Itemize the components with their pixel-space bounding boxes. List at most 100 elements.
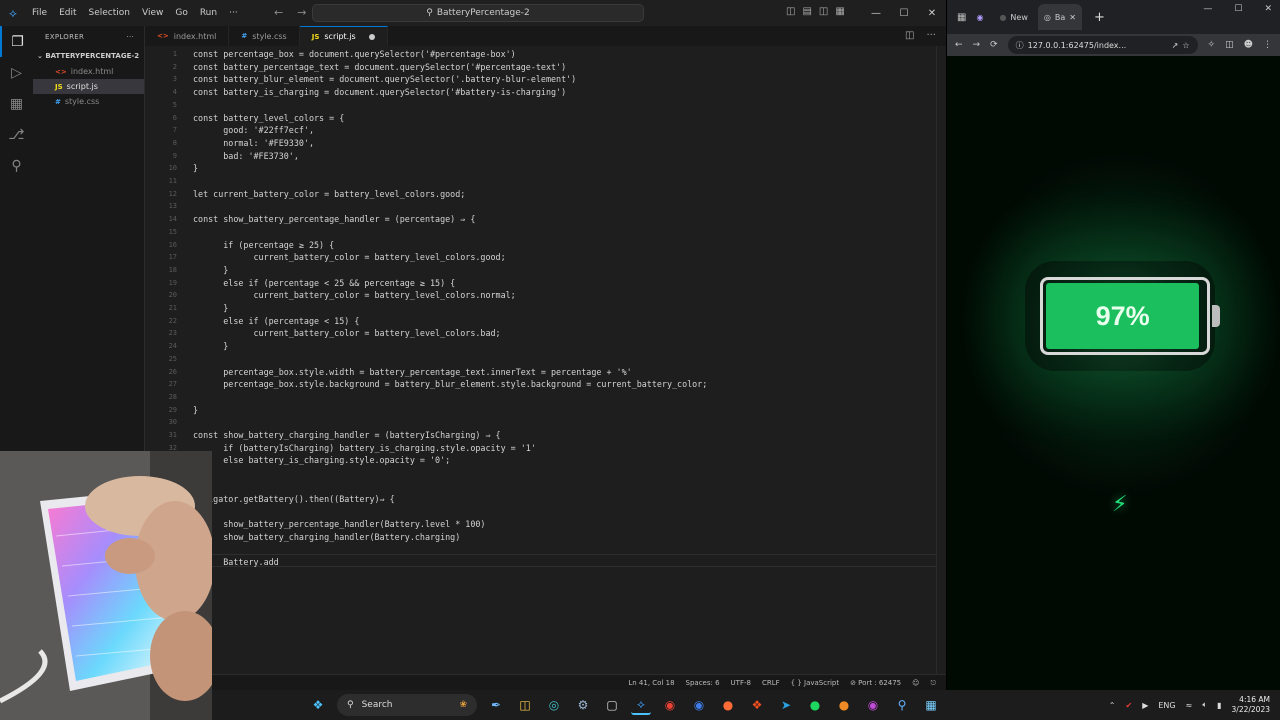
edge-icon[interactable]: ◎ bbox=[544, 695, 564, 715]
code-line[interactable]: 8 normal: '#FE9330', bbox=[145, 137, 946, 149]
browser-menu-icon[interactable]: ⋮ bbox=[1263, 40, 1272, 50]
start-windows-icon[interactable]: ❖ bbox=[308, 695, 328, 715]
code-line[interactable]: 15 bbox=[145, 226, 946, 238]
code-line[interactable]: 31 const show_battery_charging_handler = … bbox=[145, 429, 946, 441]
profile-avatar-icon[interactable]: ☻ bbox=[1244, 40, 1253, 50]
file-item-index-html[interactable]: <> index.html bbox=[33, 64, 144, 79]
antivirus-icon[interactable]: ✔ bbox=[1126, 701, 1133, 710]
tab-script-js[interactable]: JS script.js bbox=[299, 26, 388, 46]
menu-go[interactable]: Go bbox=[169, 8, 193, 18]
code-line[interactable]: 18 } bbox=[145, 264, 946, 276]
code-line[interactable]: 4 const battery_is_charging = document.qu… bbox=[145, 86, 946, 98]
file-item-script-js[interactable]: JS script.js bbox=[33, 79, 144, 94]
back-arrow-icon[interactable]: ← bbox=[955, 40, 963, 50]
maximize-icon[interactable]: ☐ bbox=[890, 0, 918, 26]
run-debug-icon[interactable]: ▷ bbox=[0, 57, 33, 88]
menu-more[interactable]: ··· bbox=[223, 8, 244, 18]
toggle-panel-icon[interactable]: ▤ bbox=[802, 6, 811, 17]
maximize-icon[interactable]: ☐ bbox=[1234, 4, 1242, 14]
feedback-icon[interactable]: ☺ bbox=[912, 679, 919, 687]
code-line[interactable]: 38 show_battery_percentage_handler(Batte… bbox=[145, 518, 946, 530]
close-icon[interactable]: ✕ bbox=[918, 0, 946, 26]
site-info-icon[interactable]: ⓘ bbox=[1016, 40, 1024, 51]
code-line[interactable]: 20 current_battery_color = battery_level… bbox=[145, 289, 946, 301]
code-line[interactable]: 23 current_battery_color = battery_level… bbox=[145, 327, 946, 339]
recording-app-icon[interactable]: ▦ bbox=[921, 695, 941, 715]
tab-actions-icon[interactable]: ▦ bbox=[957, 12, 966, 23]
forward-arrow-icon[interactable]: → bbox=[297, 6, 306, 19]
postman-icon[interactable]: ● bbox=[718, 695, 738, 715]
code-line[interactable]: 2 const battery_percentage_text = documen… bbox=[145, 61, 946, 73]
indentation[interactable]: Spaces: 6 bbox=[686, 679, 720, 687]
code-line[interactable]: 41 Battery.add bbox=[145, 556, 946, 568]
battery-tray-icon[interactable]: ▮ bbox=[1217, 701, 1221, 710]
taskbar-search[interactable]: ⚲ Search ❀ bbox=[337, 694, 477, 716]
pen-app-icon[interactable]: ✒ bbox=[486, 695, 506, 715]
language-mode[interactable]: { } JavaScript bbox=[791, 679, 839, 687]
split-editor-icon[interactable]: ◫ bbox=[905, 30, 914, 41]
project-folder[interactable]: ⌄ BATTERYPERCENTAGE-2 bbox=[33, 48, 144, 64]
code-line[interactable]: 7 good: '#22ff7ecf', bbox=[145, 124, 946, 136]
code-line[interactable]: 11 bbox=[145, 175, 946, 187]
forward-arrow-icon[interactable]: → bbox=[973, 40, 981, 50]
spotify-icon[interactable]: ● bbox=[805, 695, 825, 715]
editor-scrollbar[interactable] bbox=[936, 46, 946, 674]
vscode-taskbar-icon[interactable]: ⟡ bbox=[631, 695, 651, 715]
firefox-dev-icon[interactable]: ◉ bbox=[863, 695, 883, 715]
orange-app-icon[interactable]: ● bbox=[834, 695, 854, 715]
extensions-icon[interactable]: ✧ bbox=[1208, 40, 1216, 50]
more-actions-icon[interactable]: ··· bbox=[926, 30, 936, 41]
code-line[interactable]: 19 else if (percentage < 25 && percentag… bbox=[145, 277, 946, 289]
code-line[interactable]: 21 } bbox=[145, 302, 946, 314]
minimize-icon[interactable]: — bbox=[862, 0, 890, 26]
tab-index-html[interactable]: <> index.html bbox=[145, 26, 230, 46]
line-ending[interactable]: CRLF bbox=[762, 679, 780, 687]
code-line[interactable]: 17 current_battery_color = battery_level… bbox=[145, 251, 946, 263]
address-bar[interactable]: ⓘ 127.0.0.1:62475/index... ↗ ☆ bbox=[1007, 36, 1198, 54]
toggle-secondary-sidebar-icon[interactable]: ◫ bbox=[819, 6, 828, 17]
code-line[interactable]: 22 else if (percentage < 15) { bbox=[145, 315, 946, 327]
clock[interactable]: 4:16 AM 3/22/2023 bbox=[1232, 695, 1270, 715]
live-server-port[interactable]: ⊘ Port : 62475 bbox=[850, 679, 901, 687]
code-line[interactable]: 33 else battery_is_charging.style.opacit… bbox=[145, 454, 946, 466]
firefox-icon[interactable]: ◉ bbox=[689, 695, 709, 715]
unsaved-dot-icon[interactable] bbox=[368, 33, 375, 40]
cursor-position[interactable]: Ln 41, Col 18 bbox=[628, 679, 674, 687]
browser-tab-new[interactable]: ● New bbox=[993, 4, 1033, 30]
code-line[interactable]: 25 bbox=[145, 353, 946, 365]
side-panel-icon[interactable]: ◫ bbox=[1225, 40, 1234, 50]
search-icon[interactable]: ⚲ bbox=[0, 150, 33, 181]
code-line[interactable]: 34 bbox=[145, 467, 946, 479]
telegram-icon[interactable]: ➤ bbox=[776, 695, 796, 715]
code-editor[interactable]: 1 const percentage_box = document.querySe… bbox=[145, 46, 946, 674]
reload-icon[interactable]: ⟳ bbox=[990, 40, 998, 50]
code-line[interactable]: 3 const battery_blur_element = document.q… bbox=[145, 73, 946, 85]
code-line[interactable]: 35 bbox=[145, 480, 946, 492]
code-line[interactable]: 28 bbox=[145, 391, 946, 403]
new-tab-icon[interactable]: + bbox=[1094, 10, 1105, 25]
command-center[interactable]: ⚲ BatteryPercentage-2 bbox=[312, 4, 644, 22]
customize-layout-icon[interactable]: ▦ bbox=[835, 6, 844, 17]
chrome-icon[interactable]: ◉ bbox=[660, 695, 680, 715]
wifi-icon[interactable]: ≈ bbox=[1186, 701, 1193, 710]
code-line[interactable]: 36navigator.getBattery().then((Battery)⇒… bbox=[145, 493, 946, 505]
back-arrow-icon[interactable]: ← bbox=[274, 6, 283, 19]
code-line[interactable]: 40 bbox=[145, 543, 946, 555]
tray-app-icon[interactable]: ▶ bbox=[1142, 701, 1148, 710]
code-line[interactable]: 13 bbox=[145, 200, 946, 212]
menu-file[interactable]: File bbox=[26, 8, 53, 18]
source-control-icon[interactable]: ⎇ bbox=[0, 119, 33, 150]
code-line[interactable]: 9 bad: '#FE3730', bbox=[145, 150, 946, 162]
menu-run[interactable]: Run bbox=[194, 8, 223, 18]
code-line[interactable]: 37 bbox=[145, 505, 946, 517]
menu-selection[interactable]: Selection bbox=[83, 8, 136, 18]
volume-icon[interactable]: 🔈︎ bbox=[1202, 700, 1207, 710]
close-tab-icon[interactable]: ✕ bbox=[1069, 13, 1076, 22]
tab-style-css[interactable]: # style.css bbox=[229, 26, 300, 46]
language-indicator[interactable]: ENG bbox=[1158, 701, 1175, 710]
settings-gear-icon[interactable]: ⚙ bbox=[573, 695, 593, 715]
minimize-icon[interactable]: — bbox=[1203, 4, 1212, 14]
code-line[interactable]: 1 const percentage_box = document.querySe… bbox=[145, 48, 946, 60]
code-line[interactable]: 32 if (batteryIsCharging) battery_is_cha… bbox=[145, 442, 946, 454]
encoding[interactable]: UTF-8 bbox=[731, 679, 751, 687]
